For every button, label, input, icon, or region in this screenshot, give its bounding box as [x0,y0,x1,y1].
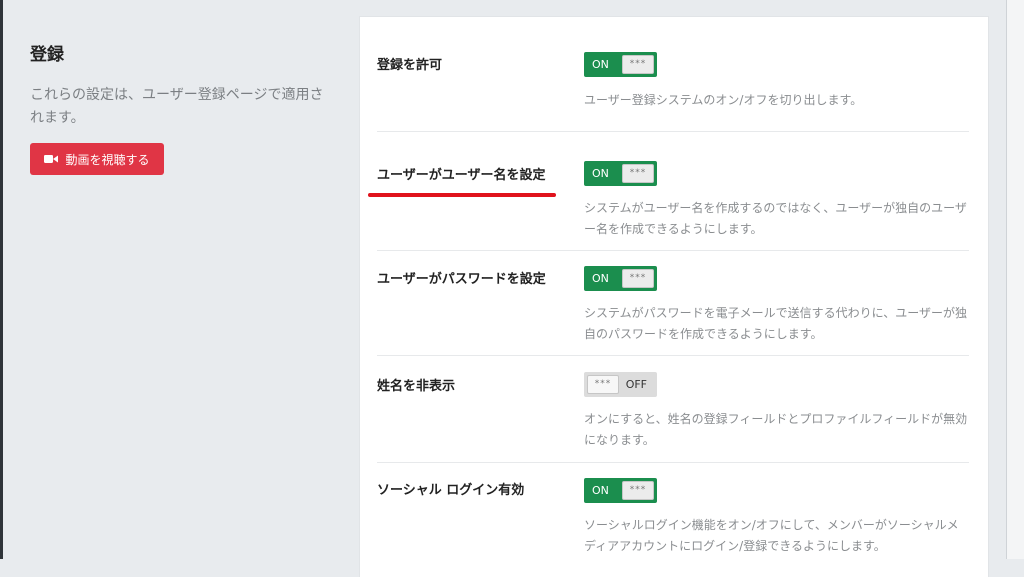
section-info: 登録 [30,40,330,65]
setting-description: オンにすると、姓名の登録フィールドとプロファイルフィールドが無効になります。 [584,412,968,447]
watch-video-label: 動画を視聴する [65,152,150,167]
setting-label: ユーザーがパスワードを設定 [377,272,546,287]
section-description: これらの設定は、ユーザー登録ページで適用されます。 [30,87,324,126]
setting-label: 登録を許可 [377,58,443,73]
setting-label: ソーシャル ログイン有効 [377,483,525,498]
setting-row-hide-full-name: 姓名を非表示 *** OFF オンにすると、姓名の登録フィールドとプロファイルフ… [377,356,969,463]
setting-label: 姓名を非表示 [377,379,456,394]
toggle-knob: *** [622,269,654,288]
toggle-knob: *** [622,55,654,74]
toggle-state: OFF [625,378,647,391]
setting-description: ソーシャルログイン機能をオン/オフにして、メンバーがソーシャルメディアアカウント… [584,518,959,553]
setting-label: ユーザーがユーザー名を設定 [377,168,546,183]
right-scroll-strip [1007,0,1024,559]
setting-description: システムがパスワードを電子メールで送信する代わりに、ユーザーが独自のパスワードを… [584,306,968,341]
toggle-knob: *** [622,481,654,500]
toggle-state: ON [592,58,609,71]
setting-description: システムがユーザー名を作成するのではなく、ユーザーが独自のユーザー名を作成できる… [584,201,967,236]
allow-registration-toggle[interactable]: ON *** [584,52,657,77]
watch-video-button[interactable]: 動画を視聴する [30,143,164,175]
toggle-state: ON [592,167,609,180]
toggle-state: ON [592,484,609,497]
section-title: 登録 [30,45,64,65]
setting-description: ユーザー登録システムのオン/オフを切り出します。 [584,93,863,107]
setting-row-user-sets-password: ユーザーがパスワードを設定 ON *** システムがパスワードを電子メールで送信… [377,251,969,356]
user-sets-username-toggle[interactable]: ON *** [584,161,657,186]
hide-full-name-toggle[interactable]: *** OFF [584,372,657,397]
toggle-knob: *** [622,164,654,183]
video-camera-icon [44,154,59,164]
setting-row-allow-registration: 登録を許可 ON *** ユーザー登録システムのオン/オフを切り出します。 [377,17,969,132]
highlight-underline [368,193,556,197]
social-login-toggle[interactable]: ON *** [584,478,657,503]
toggle-knob: *** [587,375,619,394]
setting-row-user-sets-username: ユーザーがユーザー名を設定 ON *** システムがユーザー名を作成するのではな… [377,132,969,251]
settings-panel: 登録を許可 ON *** ユーザー登録システムのオン/オフを切り出します。 ユー… [359,16,989,577]
toggle-state: ON [592,272,609,285]
left-sidebar-edge [0,0,3,559]
user-sets-password-toggle[interactable]: ON *** [584,266,657,291]
setting-row-social-login: ソーシャル ログイン有効 ON *** ソーシャルログイン機能をオン/オフにして… [377,463,969,577]
